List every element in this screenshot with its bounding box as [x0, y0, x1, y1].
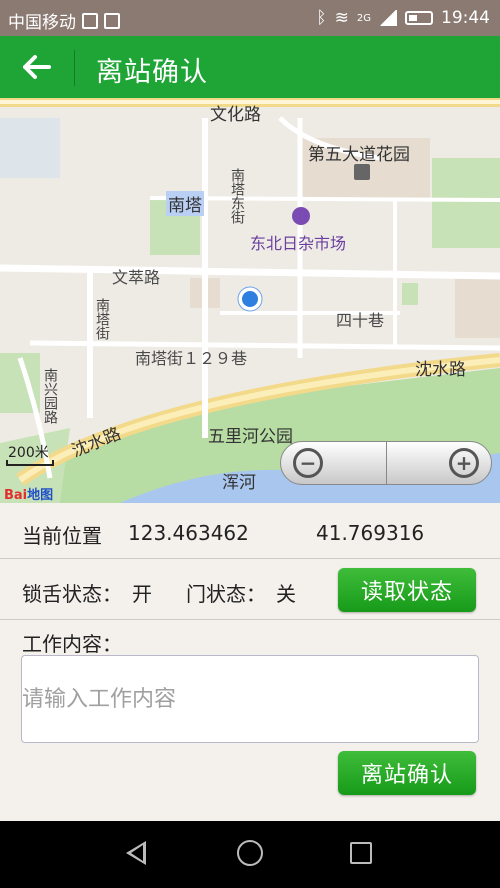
state-row: 锁舌状态： 开 门状态： 关 读取状态: [0, 560, 500, 620]
map-label-shenshui-road-right: 沈水路: [415, 360, 466, 380]
map-scale-bar: [6, 460, 54, 466]
battery-icon: [405, 11, 433, 25]
map-label-sishi-lane: 四十巷: [336, 311, 385, 330]
map-label-wenhua-road: 文化路: [210, 105, 261, 125]
title-divider: [74, 50, 75, 86]
read-state-button[interactable]: 读取状态: [338, 568, 476, 612]
current-position-row: 当前位置 123.463462 41.769316: [0, 503, 500, 559]
map-label-nanta-129: 南塔街１２９巷: [135, 349, 248, 368]
map-label-hunhe: 浑河: [222, 473, 256, 493]
map-label-nanta: 南塔: [166, 191, 204, 216]
current-position-label: 当前位置: [22, 524, 102, 548]
map-label-wencui-road: 文萃路: [112, 268, 161, 287]
system-nav-bar: [0, 821, 500, 888]
longitude-value: 123.463462: [128, 521, 249, 545]
page-title: 离站确认: [96, 57, 208, 88]
lock-state-value: 开: [132, 582, 152, 606]
map-label-nanxing-road: 南兴园路: [42, 368, 58, 424]
door-state-value: 关: [276, 582, 296, 606]
map-scale-label: 200米: [8, 445, 49, 461]
logo-suffix: 地图: [27, 488, 54, 503]
latitude-value: 41.769316: [316, 521, 425, 545]
baidu-map-logo: Bai地图: [4, 484, 53, 503]
nav-home-icon[interactable]: [237, 840, 263, 866]
work-content-label: 工作内容：: [22, 632, 122, 656]
map-label-nanta-st: 南塔街: [94, 298, 110, 340]
status-bar: 中国移动 ᛒ ≋ 2G 19:44: [0, 0, 500, 36]
map-label-northeast-market: 东北日杂市场: [250, 234, 347, 253]
clock: 19:44: [441, 8, 490, 28]
door-state-label: 门状态：: [186, 582, 266, 606]
lock-state-label: 锁舌状态：: [22, 582, 122, 606]
zoom-controls: − +: [280, 441, 492, 485]
carrier-name: 中国移动: [8, 13, 76, 33]
image-icon: [82, 12, 98, 29]
nav-back-icon[interactable]: [126, 841, 146, 865]
zoom-out-icon: −: [293, 448, 323, 478]
map-view[interactable]: 文化路 第五大道花园 南塔 南塔东街 东北日杂市场 文萃路 四十巷 南塔街 南塔…: [0, 98, 500, 503]
title-bar: 离站确认: [0, 36, 500, 98]
sim-icon: [104, 12, 120, 29]
work-content-input[interactable]: [21, 655, 479, 743]
nav-recent-icon[interactable]: [350, 842, 372, 864]
zoom-in-icon: +: [449, 448, 479, 478]
signal-icon: [379, 10, 397, 26]
confirm-leave-button[interactable]: 离站确认: [338, 751, 476, 795]
zoom-out-button[interactable]: −: [281, 442, 387, 484]
back-button[interactable]: [14, 48, 60, 86]
arrow-left-icon: [23, 55, 51, 79]
map-label-nanta-east-st: 南塔东街: [229, 168, 245, 224]
network-type: 2G: [356, 12, 371, 24]
logo-text: Bai: [4, 488, 28, 503]
map-label-wuda-garden: 第五大道花园: [308, 145, 410, 165]
bluetooth-icon: ᛒ: [316, 8, 327, 28]
wifi-icon: ≋: [334, 8, 349, 28]
map-label-wulihe-park: 五里河公园: [208, 427, 293, 447]
zoom-in-button[interactable]: +: [387, 442, 492, 484]
